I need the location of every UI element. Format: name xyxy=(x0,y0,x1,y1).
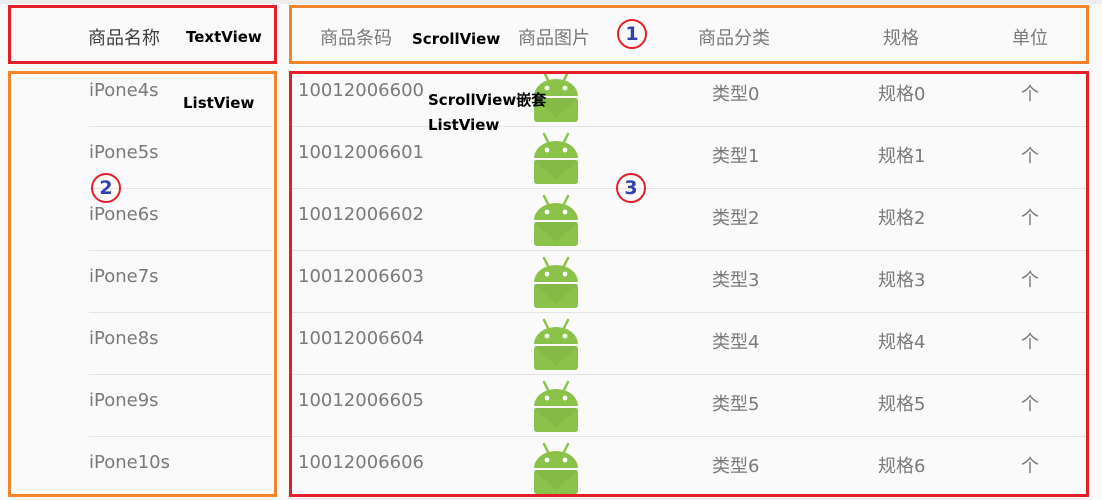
nested-label-line1: ScrollView嵌套 xyxy=(428,91,547,109)
top-divider xyxy=(0,0,1102,4)
nested-listview-annotation-box xyxy=(289,71,1089,497)
listview-label: ListView xyxy=(183,94,255,112)
nested-label-line2: ListView xyxy=(428,116,500,134)
marker-1: 1 xyxy=(617,19,647,49)
scrollview-annotation-box xyxy=(289,5,1089,64)
marker-3: 3 xyxy=(616,173,646,203)
marker-2: 2 xyxy=(91,173,121,203)
textview-label: TextView xyxy=(186,28,262,46)
scrollview-label: ScrollView xyxy=(412,30,501,48)
listview-annotation-box xyxy=(8,71,277,497)
